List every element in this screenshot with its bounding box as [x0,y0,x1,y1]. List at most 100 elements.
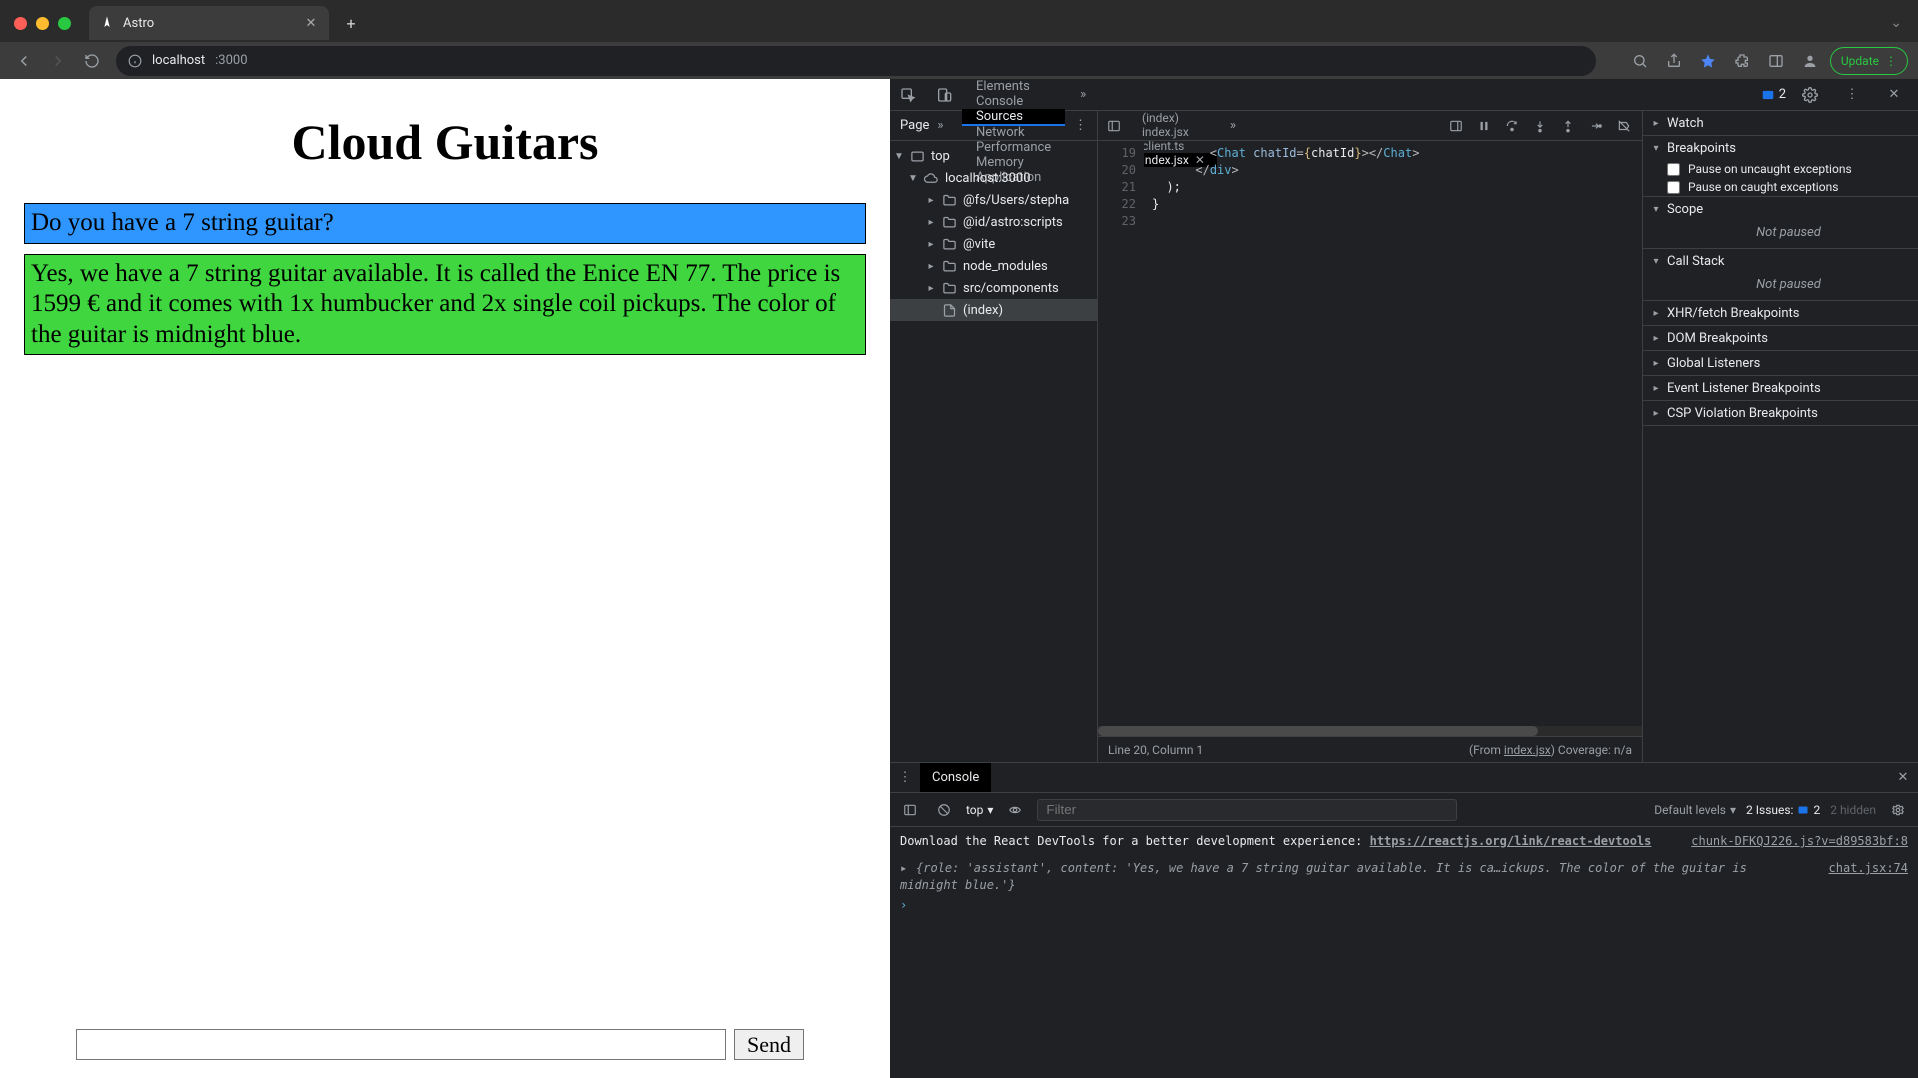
folder-icon [942,237,957,252]
tree-folder[interactable]: ▸node_modules [890,255,1097,277]
tree-top[interactable]: ▼ top [890,145,1097,167]
chat-input-row: Send [76,1029,804,1060]
inspect-element-icon[interactable] [890,79,926,110]
step-out-icon[interactable] [1556,114,1580,138]
global-listeners-header[interactable]: ▸Global Listeners [1643,351,1918,375]
chevron-down-icon: ▾ [987,803,993,817]
tree-folder[interactable]: ▸@id/astro:scripts [890,211,1097,233]
issues-icon[interactable]: 2 [1761,87,1786,102]
profile-icon[interactable] [1796,47,1824,75]
console-settings-icon[interactable] [1886,798,1910,822]
sources-panel: Page » ⋮ ▼ top ▼ localhost:3000 [890,111,1918,762]
drawer-menu-icon[interactable]: ⋮ [890,763,920,792]
more-tabs-icon[interactable]: » [1065,79,1101,110]
update-button[interactable]: Update ⋮ [1830,47,1908,75]
pause-script-icon[interactable] [1472,114,1496,138]
devtools-tab-elements[interactable]: Elements [962,79,1065,94]
pause-caught-checkbox[interactable]: Pause on caught exceptions [1643,178,1918,196]
log-source-link[interactable]: chunk-DFKQJ226.js?v=d89583bf:8 [1691,833,1908,850]
step-over-icon[interactable] [1500,114,1524,138]
pause-uncaught-checkbox[interactable]: Pause on uncaught exceptions [1643,160,1918,178]
sidepanel-icon[interactable] [1762,47,1790,75]
reload-button[interactable] [78,47,106,75]
console-context-select[interactable]: top ▾ [966,803,993,817]
back-button[interactable] [10,47,38,75]
breakpoints-header[interactable]: ▾Breakpoints [1643,136,1918,160]
tree-origin[interactable]: ▼ localhost:3000 [890,167,1097,189]
extensions-icon[interactable] [1728,47,1756,75]
deactivate-breakpoints-icon[interactable] [1612,114,1636,138]
xhr-bp-header[interactable]: ▸XHR/fetch Breakpoints [1643,301,1918,325]
watch-header[interactable]: ▸Watch [1643,111,1918,135]
log-source-link[interactable]: chat.jsx:74 [1829,860,1908,877]
code-content[interactable]: <Chat chatId={chatId}></Chat> </div> );} [1144,141,1642,736]
hidden-messages-label[interactable]: 2 hidden [1830,803,1876,817]
forward-button[interactable] [44,47,72,75]
drawer-close-icon[interactable]: ✕ [1888,763,1918,792]
devtools-tab-console[interactable]: Console [962,94,1065,109]
log-levels-select[interactable]: Default levels ▾ [1654,803,1736,817]
clear-console-icon[interactable] [932,798,956,822]
window-close-button[interactable] [14,17,27,30]
event-bp-header[interactable]: ▸Event Listener Breakpoints [1643,376,1918,400]
react-devtools-link[interactable]: https://reactjs.org/link/react-devtools [1370,834,1652,848]
assistant-message: Yes, we have a 7 string guitar available… [24,254,866,356]
live-expression-icon[interactable] [1003,798,1027,822]
file-tree[interactable]: ▼ top ▼ localhost:3000 ▸@fs/Users/stepha… [890,141,1097,762]
expand-object-icon[interactable]: ▸ [900,860,910,877]
editor-more-tabs-icon[interactable]: » [1217,111,1249,140]
csp-bp-header[interactable]: ▸CSP Violation Breakpoints [1643,401,1918,425]
editor-tab[interactable]: index.jsx [1130,125,1217,139]
zoom-icon[interactable] [1626,47,1654,75]
cloud-icon [924,171,939,186]
folder-icon [942,215,957,230]
console-sidebar-toggle-icon[interactable] [898,798,922,822]
address-bar: localhost:3000 Update ⋮ [0,42,1918,79]
omnibox[interactable]: localhost:3000 [116,46,1596,76]
editor-horizontal-scrollbar[interactable] [1098,726,1642,736]
scope-header[interactable]: ▾Scope [1643,197,1918,221]
tabs-overflow-icon[interactable]: ⌄ [1890,15,1902,31]
window-controls [14,17,71,30]
new-tab-button[interactable]: + [337,9,365,37]
devtools-menu-icon[interactable]: ⋮ [1834,87,1870,102]
navigator-more-icon[interactable]: » [937,118,943,133]
share-icon[interactable] [1660,47,1688,75]
navigator-tab-page[interactable]: Page [900,118,929,133]
devtools-settings-icon[interactable] [1792,87,1828,103]
source-file-link[interactable]: index.jsx [1504,743,1551,757]
tree-file-index[interactable]: (index) [890,299,1097,321]
callstack-header[interactable]: ▾Call Stack [1643,249,1918,273]
tree-folder[interactable]: ▸@fs/Users/stepha [890,189,1097,211]
navigator-menu-icon[interactable]: ⋮ [1074,118,1087,133]
tree-folder[interactable]: ▸@vite [890,233,1097,255]
toggle-navigator-icon[interactable] [1098,111,1130,140]
code-editor[interactable]: 1920212223 <Chat chatId={chatId}></Chat>… [1098,141,1642,736]
drawer-tab-console[interactable]: Console [920,763,991,792]
bookmark-star-icon[interactable] [1694,47,1722,75]
window-maximize-button[interactable] [58,17,71,30]
browser-tab[interactable]: Astro ✕ [89,6,329,40]
chat-input[interactable] [76,1029,726,1060]
editor-statusbar: Line 20, Column 1 (From index.jsx) Cover… [1098,736,1642,762]
update-label: Update [1841,54,1879,68]
debugger-sidebar: ▸Watch ▾Breakpoints Pause on uncaught ex… [1643,111,1918,762]
window-minimize-button[interactable] [36,17,49,30]
step-into-icon[interactable] [1528,114,1552,138]
dom-bp-header[interactable]: ▸DOM Breakpoints [1643,326,1918,350]
devtools-close-icon[interactable]: ✕ [1876,87,1912,102]
editor-scrollbar-thumb[interactable] [1098,726,1538,736]
editor-tab[interactable]: (index) [1130,111,1217,125]
console-output[interactable]: chunk-DFKQJ226.js?v=d89583bf:8 Download … [890,827,1918,1078]
step-icon[interactable] [1584,114,1608,138]
console-issues-button[interactable]: 2 Issues: 2 [1746,803,1820,817]
console-log-entry: chunk-DFKQJ226.js?v=d89583bf:8 Download … [900,833,1908,850]
tree-folder[interactable]: ▸src/components [890,277,1097,299]
console-filter-input[interactable] [1037,799,1457,821]
tab-close-button[interactable]: ✕ [303,15,319,31]
device-toolbar-icon[interactable] [926,79,962,110]
console-prompt[interactable]: › [900,898,1908,912]
toggle-debugger-icon[interactable] [1444,114,1468,138]
site-info-icon[interactable] [128,54,142,68]
send-button[interactable]: Send [734,1029,804,1060]
